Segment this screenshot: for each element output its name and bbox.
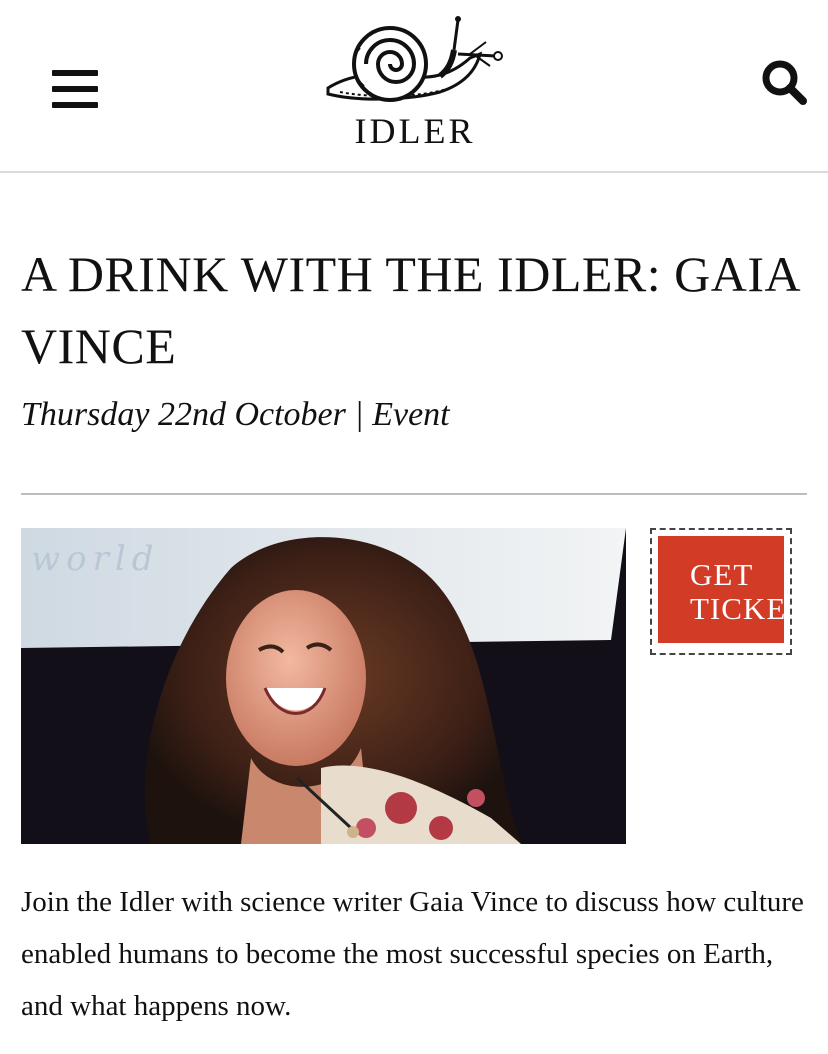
snail-icon: [326, 16, 503, 102]
hamburger-menu-icon-bar: [52, 102, 98, 108]
speaker-photo: world: [21, 528, 626, 844]
get-tickets-button[interactable]: GET TICKETS: [650, 528, 792, 655]
menu-button[interactable]: [52, 70, 98, 108]
get-tickets-line2: TICKETS: [690, 591, 784, 626]
svg-text:world: world: [31, 539, 159, 579]
article-image: world: [21, 528, 626, 844]
logo-text: IDLER: [354, 111, 476, 151]
get-tickets-label: GET TICKETS: [658, 536, 784, 643]
article-title: A DRINK WITH THE IDLER: GAIA VINCE: [21, 246, 799, 374]
site-header: IDLER: [0, 0, 828, 173]
article-body: Join the Idler with science writer Gaia …: [21, 886, 804, 1022]
hamburger-menu-icon-bar: [52, 70, 98, 76]
divider: [21, 493, 807, 495]
hamburger-menu-icon-bar: [52, 86, 98, 92]
site-logo[interactable]: IDLER: [320, 14, 510, 154]
article-meta: Thursday 22nd October | Event: [21, 396, 450, 433]
search-icon: [762, 60, 807, 105]
get-tickets-line1: GET: [690, 557, 754, 592]
search-button[interactable]: [760, 58, 808, 106]
